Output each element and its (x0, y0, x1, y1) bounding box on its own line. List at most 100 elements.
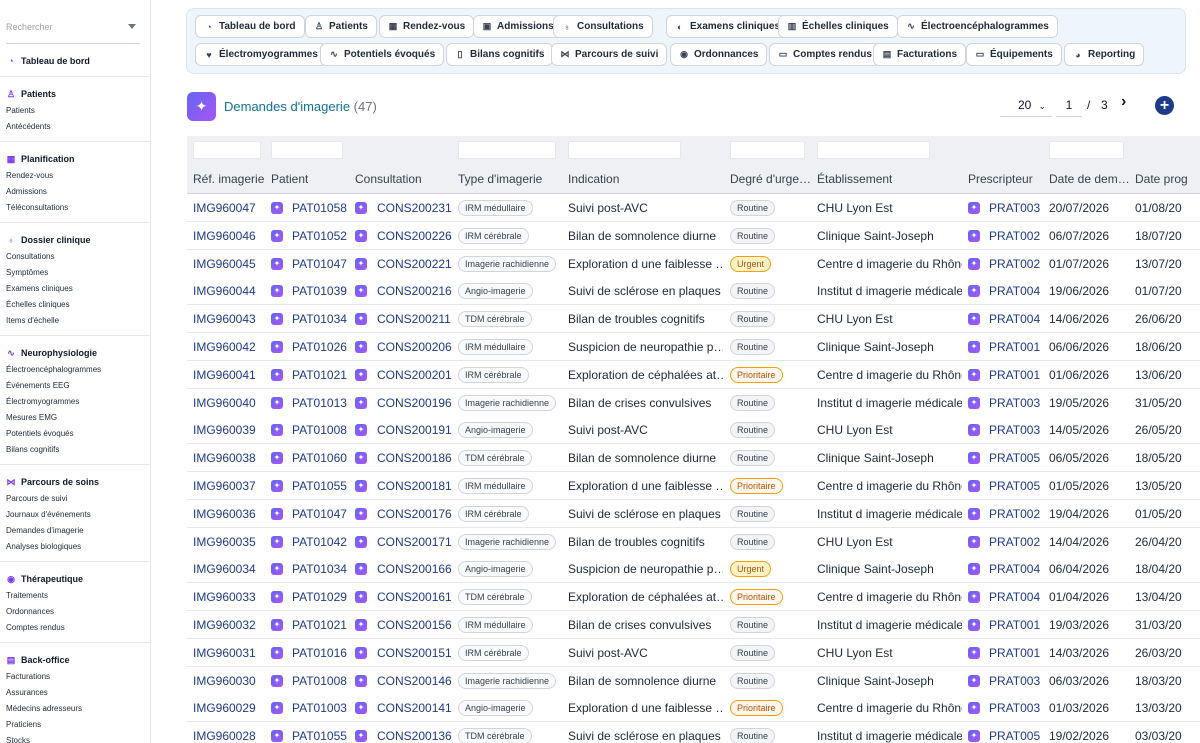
table-row[interactable]: IMG960041 ✦ PAT01021 ✦ CONS200201 IRM cérébra… (187, 360, 1200, 389)
consultation-link[interactable]: CONS200146 (377, 674, 452, 688)
prescriber-link[interactable]: PRAT002 (989, 229, 1040, 243)
column-filter-input[interactable] (458, 141, 556, 159)
prescriber-link[interactable]: PRAT003 (989, 674, 1040, 688)
sidebar-section-header[interactable]: ▤ Back-office (0, 653, 150, 669)
nav-button-14[interactable]: ▭ Comptes rendus (769, 43, 881, 66)
prescriber-link[interactable]: PRAT003 (989, 396, 1040, 410)
column-filter-input[interactable] (568, 141, 681, 159)
patient-link[interactable]: PAT01042 (292, 535, 347, 549)
sidebar-section-header[interactable]: ♁ Dossier clinique (0, 233, 150, 249)
sidebar-item[interactable]: Téléconsultations (0, 200, 150, 216)
prescriber-link[interactable]: PRAT004 (989, 284, 1040, 298)
patient-link[interactable]: PAT01060 (292, 451, 347, 465)
imaging-ref-link[interactable]: IMG960034 (193, 562, 256, 576)
patient-link[interactable]: PAT01047 (292, 257, 347, 271)
consultation-link[interactable]: CONS200181 (377, 479, 452, 493)
prescriber-link[interactable]: PRAT003 (989, 423, 1040, 437)
search-select[interactable]: Rechercher (6, 10, 140, 44)
table-row[interactable]: IMG960047 ✦ PAT01058 ✦ CONS200231 IRM médulla… (187, 194, 1200, 222)
column-header[interactable]: Degré d'urge… (730, 172, 811, 186)
nav-button-2[interactable]: ♙ Patients (305, 15, 377, 38)
prescriber-link[interactable]: PRAT003 (989, 201, 1040, 215)
column-filter-input[interactable] (271, 141, 343, 159)
prescriber-link[interactable]: PRAT001 (989, 368, 1040, 382)
column-header[interactable]: Date prog (1135, 172, 1188, 186)
sidebar-section-header[interactable]: ◉ Thérapeutique (0, 572, 150, 588)
page-size-select[interactable]: 20 ⌄ (1000, 95, 1052, 117)
patient-link[interactable]: PAT01029 (292, 590, 347, 604)
consultation-link[interactable]: CONS200221 (377, 257, 452, 271)
nav-button-7[interactable]: ▥ Échelles cliniques (778, 15, 898, 38)
table-row[interactable]: IMG960040 ✦ PAT01013 ✦ CONS200196 Imagerie ra… (187, 388, 1200, 417)
consultation-link[interactable]: CONS200206 (377, 340, 452, 354)
sidebar-item[interactable]: Électroencéphalogrammes (0, 362, 150, 378)
prescriber-link[interactable]: PRAT001 (989, 646, 1040, 660)
column-filter-input[interactable] (817, 141, 930, 159)
nav-button-8[interactable]: ∿ Électroencéphalogrammes (897, 15, 1058, 38)
nav-button-3[interactable]: ▦ Rendez-vous (379, 15, 475, 38)
sidebar-item[interactable]: Analyses biologiques (0, 539, 150, 555)
consultation-link[interactable]: CONS200136 (377, 729, 452, 743)
imaging-ref-link[interactable]: IMG960038 (193, 451, 256, 465)
imaging-ref-link[interactable]: IMG960029 (193, 701, 256, 715)
sidebar-section-header[interactable]: ⋈ Parcours de soins (0, 475, 150, 491)
prescriber-link[interactable]: PRAT003 (989, 701, 1040, 715)
imaging-ref-link[interactable]: IMG960045 (193, 257, 256, 271)
consultation-link[interactable]: CONS200161 (377, 590, 452, 604)
current-page-input[interactable]: 1 (1056, 95, 1082, 117)
prescriber-link[interactable]: PRAT005 (989, 729, 1040, 743)
patient-link[interactable]: PAT01008 (292, 674, 347, 688)
column-header[interactable]: Date de dem… (1049, 172, 1130, 186)
consultation-link[interactable]: CONS200141 (377, 701, 452, 715)
consultation-link[interactable]: CONS200216 (377, 284, 452, 298)
sidebar-item[interactable]: Facturations (0, 669, 150, 685)
patient-link[interactable]: PAT01003 (292, 701, 347, 715)
consultation-link[interactable]: CONS200176 (377, 507, 452, 521)
sidebar-item[interactable]: Potentiels évoqués (0, 426, 150, 442)
prescriber-link[interactable]: PRAT002 (989, 535, 1040, 549)
column-header[interactable]: Consultation (355, 172, 422, 186)
patient-link[interactable]: PAT01021 (292, 368, 347, 382)
nav-button-5[interactable]: ♁ Consultations (553, 15, 653, 38)
patient-link[interactable]: PAT01052 (292, 229, 347, 243)
nav-button-11[interactable]: ▯ Bilans cognitifs (446, 43, 554, 66)
table-row[interactable]: IMG960037 ✦ PAT01055 ✦ CONS200181 IRM médulla… (187, 472, 1200, 500)
column-header[interactable]: Patient (271, 172, 308, 186)
sidebar-item[interactable]: Consultations (0, 249, 150, 265)
nav-button-12[interactable]: ⋈ Parcours de suivi (551, 43, 668, 66)
column-filter-input[interactable] (1049, 141, 1124, 159)
sidebar-item[interactable]: Événements EEG (0, 378, 150, 394)
consultation-link[interactable]: CONS200151 (377, 646, 452, 660)
table-row[interactable]: IMG960028 ✦ PAT01055 ✦ CONS200136 TDM cérébra… (187, 722, 1200, 743)
table-row[interactable]: IMG960044 ✦ PAT01039 ✦ CONS200216 Angio-image… (187, 277, 1200, 306)
sidebar-item[interactable]: Items d'échelle (0, 313, 150, 329)
prescriber-link[interactable]: PRAT005 (989, 451, 1040, 465)
table-row[interactable]: IMG960045 ✦ PAT01047 ✦ CONS200221 Imagerie ra… (187, 249, 1200, 278)
table-row[interactable]: IMG960038 ✦ PAT01060 ✦ CONS200186 TDM cérébra… (187, 444, 1200, 473)
nav-button-9[interactable]: ♥ Électromyogrammes (195, 43, 327, 66)
patient-link[interactable]: PAT01055 (292, 479, 347, 493)
imaging-ref-link[interactable]: IMG960031 (193, 646, 256, 660)
sidebar-item[interactable]: Rendez-vous (0, 168, 150, 184)
sidebar-section-header[interactable]: ∿ Neurophysiologie (0, 346, 150, 362)
consultation-link[interactable]: CONS200186 (377, 451, 452, 465)
sidebar-item[interactable]: Médecins adresseurs (0, 701, 150, 717)
sidebar-item[interactable]: Symptômes (0, 265, 150, 281)
patient-link[interactable]: PAT01021 (292, 618, 347, 632)
table-row[interactable]: IMG960036 ✦ PAT01047 ✦ CONS200176 IRM cérébra… (187, 499, 1200, 528)
table-row[interactable]: IMG960031 ✦ PAT01016 ✦ CONS200151 IRM cérébra… (187, 638, 1200, 667)
consultation-link[interactable]: CONS200171 (377, 535, 452, 549)
consultation-link[interactable]: CONS200226 (377, 229, 452, 243)
imaging-ref-link[interactable]: IMG960030 (193, 674, 256, 688)
imaging-ref-link[interactable]: IMG960042 (193, 340, 256, 354)
nav-button-1[interactable]: ◔ Tableau de bord (195, 15, 305, 38)
sidebar-item[interactable]: Échelles cliniques (0, 297, 150, 313)
column-header[interactable]: Établissement (817, 172, 892, 186)
sidebar-item[interactable]: Praticiens (0, 717, 150, 733)
imaging-ref-link[interactable]: IMG960036 (193, 507, 256, 521)
nav-button-10[interactable]: ∿ Potentiels évoqués (320, 43, 445, 66)
patient-link[interactable]: PAT01034 (292, 312, 347, 326)
table-row[interactable]: IMG960032 ✦ PAT01021 ✦ CONS200156 IRM médulla… (187, 611, 1200, 639)
table-row[interactable]: IMG960035 ✦ PAT01042 ✦ CONS200171 Imagerie ra… (187, 527, 1200, 556)
table-row[interactable]: IMG960033 ✦ PAT01029 ✦ CONS200161 TDM cérébra… (187, 583, 1200, 612)
